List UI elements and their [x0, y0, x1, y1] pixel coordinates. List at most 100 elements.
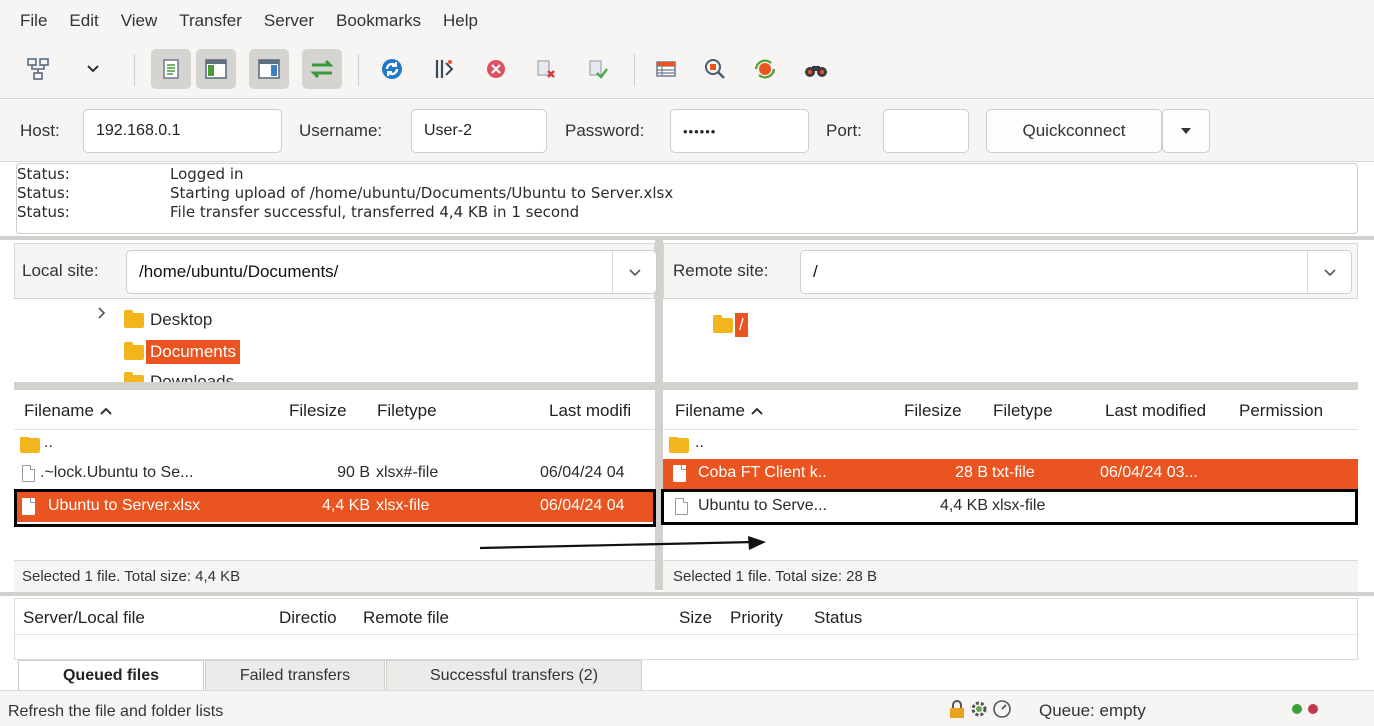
- file-type: xlsx#-file: [376, 464, 439, 481]
- sort-ascending-icon: [99, 407, 112, 415]
- folder-icon: [124, 371, 144, 382]
- dropdown-chevron-icon[interactable]: [78, 49, 108, 89]
- tree-item-downloads[interactable]: Downloads: [124, 370, 234, 382]
- column-permissions[interactable]: Permission: [1239, 401, 1323, 421]
- search-remote-files-icon[interactable]: [796, 49, 836, 89]
- local-tree: Desktop Documents Downloads: [14, 300, 655, 382]
- chevron-down-icon[interactable]: [612, 251, 656, 293]
- column-direction[interactable]: Directio: [279, 608, 337, 628]
- column-filesize[interactable]: Filesize: [904, 401, 962, 421]
- menu-view[interactable]: View: [121, 11, 158, 31]
- message-log[interactable]: Status: Logged in Status: Starting upload …: [16, 163, 1358, 234]
- chevron-down-icon: [1181, 128, 1191, 134]
- site-manager-icon[interactable]: [18, 49, 58, 89]
- file-size: 28 B: [955, 464, 988, 481]
- disconnect-icon[interactable]: [526, 49, 566, 89]
- column-last-modified[interactable]: Last modifi: [549, 401, 631, 421]
- splitter[interactable]: [14, 382, 655, 390]
- tree-item-root[interactable]: /: [713, 311, 748, 339]
- local-site-path-input[interactable]: /home/ubuntu/Documents/: [126, 250, 657, 294]
- tab-failed-transfers[interactable]: Failed transfers: [205, 660, 385, 690]
- column-size[interactable]: Size: [679, 608, 712, 628]
- column-filename[interactable]: Filename: [675, 401, 764, 421]
- folder-icon: [20, 437, 40, 454]
- synchronized-browsing-icon[interactable]: [745, 49, 785, 89]
- gear-icon[interactable]: [969, 699, 989, 724]
- folder-icon: [669, 437, 689, 454]
- file-size: 90 B: [337, 464, 370, 481]
- column-last-modified[interactable]: Last modified: [1105, 401, 1206, 421]
- host-input[interactable]: 192.168.0.1: [83, 109, 282, 153]
- remote-selection-status: Selected 1 file. Total size: 28 B: [673, 568, 878, 585]
- refresh-icon[interactable]: [372, 49, 412, 89]
- column-remote-file[interactable]: Remote file: [363, 608, 449, 628]
- port-label: Port:: [826, 121, 862, 140]
- log-key: Status:: [17, 203, 70, 221]
- speed-limit-icon[interactable]: [992, 699, 1012, 724]
- queue-header: Server/Local file Directio Remote file S…: [15, 599, 1359, 635]
- menu-file[interactable]: File: [20, 11, 47, 31]
- chevron-down-icon[interactable]: [1307, 251, 1351, 293]
- menu-edit[interactable]: Edit: [69, 11, 98, 31]
- toggle-local-tree-icon[interactable]: [196, 49, 236, 89]
- toggle-message-log-icon[interactable]: [151, 49, 191, 89]
- column-filetype[interactable]: Filetype: [377, 401, 437, 421]
- username-input[interactable]: User-2: [411, 109, 547, 153]
- tree-item-label: Downloads: [150, 372, 235, 382]
- process-queue-icon[interactable]: [424, 49, 464, 89]
- column-filesize[interactable]: Filesize: [289, 401, 347, 421]
- quickconnect-bar: Host: 192.168.0.1 Username: User-2 Passw…: [0, 100, 1374, 162]
- toggle-transfer-queue-icon[interactable]: [302, 49, 342, 89]
- file-row-parent[interactable]: ..: [663, 429, 1358, 459]
- remote-site-label: Remote site:: [673, 261, 769, 280]
- log-line: Status: Starting upload of /home/ubuntu/D…: [17, 184, 1357, 203]
- tab-queued-files[interactable]: Queued files: [18, 660, 204, 690]
- splitter[interactable]: [0, 236, 1374, 240]
- local-list-header: Filename Filesize Filetype Last modifi: [14, 390, 655, 430]
- receive-indicator-icon: [1292, 704, 1302, 714]
- tab-successful-transfers[interactable]: Successful transfers (2): [386, 660, 642, 690]
- column-filename[interactable]: Filename: [24, 401, 113, 421]
- column-label: Filename: [675, 401, 745, 420]
- column-server-local-file[interactable]: Server/Local file: [23, 608, 145, 628]
- menu-server[interactable]: Server: [264, 11, 314, 31]
- local-status-bar: Selected 1 file. Total size: 4,4 KB: [14, 560, 655, 592]
- file-row-selected[interactable]: Coba FT Client k.. 28 B txt-file 06/04/2…: [663, 459, 1358, 489]
- quickconnect-button[interactable]: Quickconnect: [986, 109, 1162, 153]
- expand-arrow-icon[interactable]: [97, 306, 107, 325]
- splitter[interactable]: [663, 382, 1358, 390]
- column-filetype[interactable]: Filetype: [993, 401, 1053, 421]
- tree-item-documents[interactable]: Documents: [124, 338, 240, 366]
- log-text: File transfer successful, transferred 4,…: [170, 203, 580, 221]
- file-modified: 06/04/24 03...: [1100, 464, 1198, 481]
- quickconnect-dropdown[interactable]: [1162, 109, 1210, 153]
- port-input[interactable]: [883, 109, 969, 153]
- local-selection-status: Selected 1 file. Total size: 4,4 KB: [22, 568, 241, 585]
- toggle-directory-comparison-icon[interactable]: [695, 49, 735, 89]
- lock-icon: [948, 699, 966, 724]
- reconnect-icon[interactable]: [578, 49, 618, 89]
- log-line: Status: File transfer successful, transfe…: [17, 203, 1357, 222]
- directory-listing-filters-icon[interactable]: [646, 49, 686, 89]
- log-key: Status:: [17, 165, 70, 183]
- remote-site-path-input[interactable]: /: [800, 250, 1352, 294]
- file-type: txt-file: [992, 464, 1035, 481]
- file-row[interactable]: .~lock.Ubuntu to Se... 90 B xlsx#-file 0…: [14, 459, 655, 489]
- column-priority[interactable]: Priority: [730, 608, 783, 628]
- menu-bookmarks[interactable]: Bookmarks: [336, 11, 421, 31]
- transfer-arrow-annotation: [479, 536, 766, 550]
- file-row-parent[interactable]: ..: [14, 429, 655, 459]
- file-name: Coba FT Client k..: [698, 464, 827, 481]
- file-icon: [673, 465, 686, 483]
- sort-ascending-icon: [750, 407, 763, 415]
- toolbar-separator: [634, 54, 635, 86]
- toggle-remote-tree-icon[interactable]: [249, 49, 289, 89]
- menu-transfer[interactable]: Transfer: [179, 11, 242, 31]
- tree-item-desktop[interactable]: Desktop: [124, 308, 212, 332]
- menu-help[interactable]: Help: [443, 11, 478, 31]
- send-indicator-icon: [1308, 704, 1318, 714]
- cancel-icon[interactable]: [476, 49, 516, 89]
- password-input[interactable]: ••••••: [670, 109, 809, 153]
- splitter[interactable]: [0, 592, 1374, 596]
- column-status[interactable]: Status: [814, 608, 862, 628]
